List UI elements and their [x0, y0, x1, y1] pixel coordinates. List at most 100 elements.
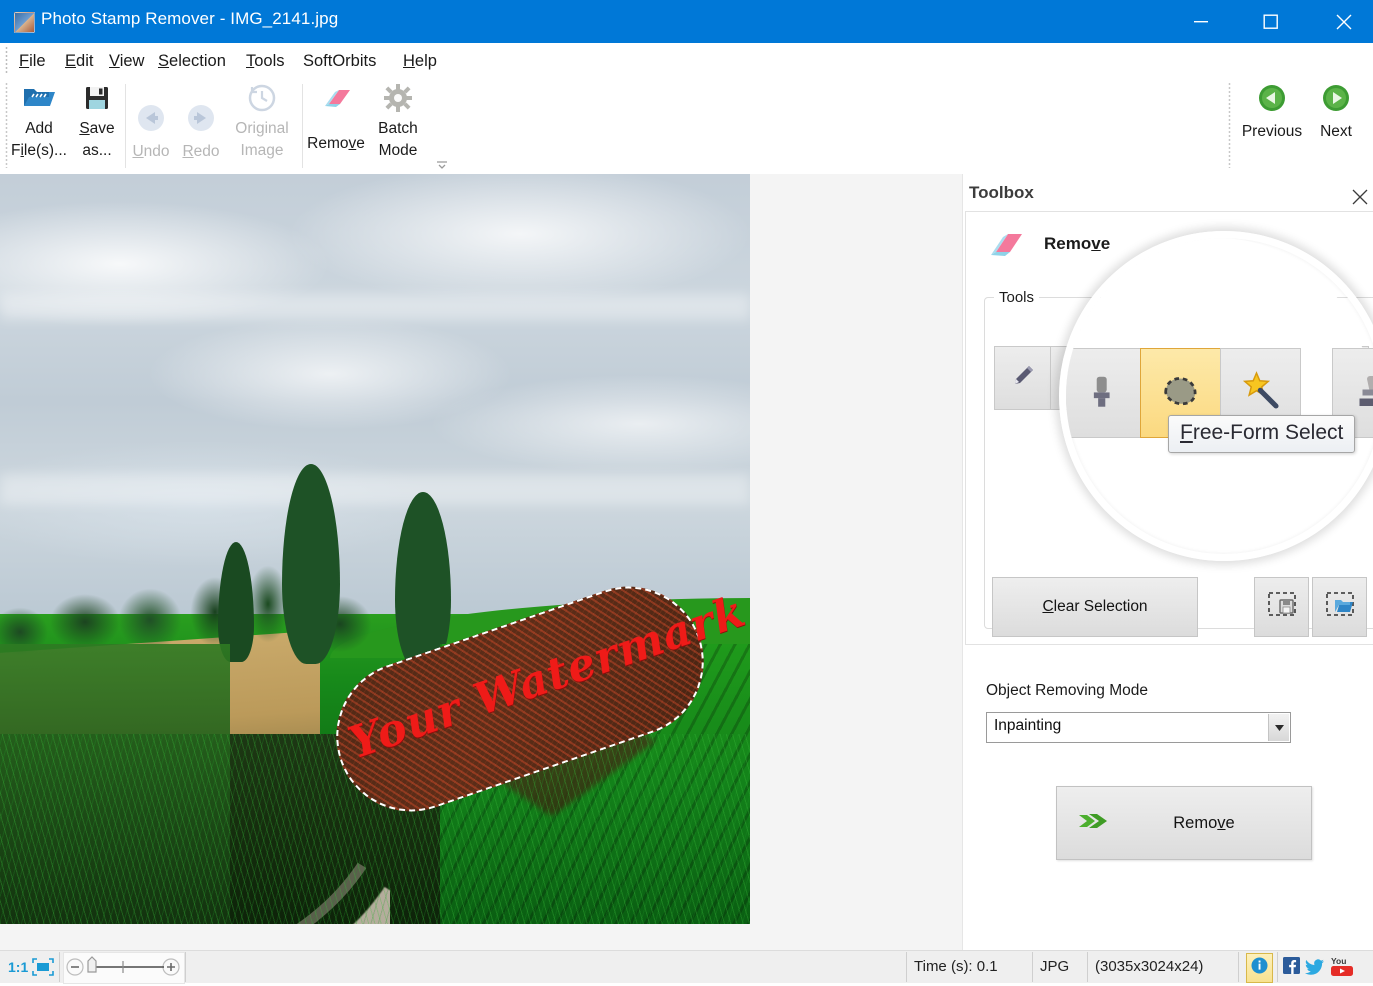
- application-window: Photo Stamp Remover - IMG_2141.jpg File …: [0, 0, 1373, 982]
- stamp-icon: [1326, 362, 1354, 395]
- floppy-disk-icon: [70, 80, 124, 116]
- svg-text:You: You: [1331, 956, 1346, 966]
- next-label: Next: [1308, 122, 1364, 141]
- status-divider-4: [1032, 952, 1033, 982]
- clear-selection-button[interactable]: Clear Selection: [992, 577, 1198, 637]
- gear-icon: [367, 80, 429, 116]
- chevron-down-icon[interactable]: [1268, 714, 1289, 741]
- object-removing-mode-label: Object Removing Mode: [986, 682, 1148, 700]
- maximize-button[interactable]: [1248, 0, 1294, 43]
- original-image-button[interactable]: Original Image: [228, 80, 296, 160]
- original-image-label-1: Original: [228, 119, 296, 138]
- processing-time: Time (s): 0.1: [914, 958, 998, 975]
- remove-toolbar-label: Remove: [305, 134, 367, 153]
- menu-drag-grip[interactable]: [5, 46, 8, 74]
- redo-label: Redo: [178, 142, 224, 161]
- toolbox-title: Toolbox: [969, 183, 1034, 203]
- image-canvas[interactable]: Your Watermark: [0, 174, 962, 950]
- menu-help[interactable]: Help: [400, 50, 440, 73]
- undo-arrow-icon: [128, 100, 174, 136]
- clock-history-icon: [228, 80, 296, 116]
- batch-mode-label-1: Batch: [367, 119, 429, 138]
- eraser-tool-button[interactable]: [1050, 346, 1108, 410]
- app-icon: [14, 12, 35, 33]
- tool-tooltip: Free-Form Select: [1168, 415, 1355, 453]
- remove-action-label: Remove: [1097, 814, 1311, 833]
- toolbar-separator-1: [125, 84, 126, 168]
- object-removing-mode-select[interactable]: Inpainting: [986, 712, 1291, 743]
- add-files-label-1: Add: [8, 119, 70, 138]
- free-form-select-tool-button[interactable]: [1106, 346, 1164, 410]
- undo-button[interactable]: Undo: [128, 100, 174, 161]
- zoom-slider[interactable]: [63, 952, 185, 984]
- menu-softorbits[interactable]: SoftOrbits: [300, 50, 379, 73]
- next-button[interactable]: Next: [1308, 80, 1364, 141]
- status-divider-7: [1277, 952, 1278, 982]
- previous-arrow-icon: [1238, 80, 1306, 116]
- zoom-ratio-label[interactable]: 1:1: [8, 959, 28, 975]
- redo-button[interactable]: Redo: [178, 100, 224, 161]
- free-form-select-icon: [1120, 363, 1150, 394]
- facebook-icon[interactable]: [1283, 957, 1300, 979]
- toolbox-close-icon[interactable]: [1351, 188, 1371, 208]
- load-selection-button[interactable]: [1312, 577, 1367, 637]
- eraser-icon: [984, 227, 1026, 268]
- magic-wand-tool-button[interactable]: [1162, 346, 1220, 410]
- menu-edit[interactable]: Edit: [62, 50, 96, 73]
- toolbox-panel: Toolbox Remove Tools: [962, 174, 1373, 950]
- marker-tool-button[interactable]: [994, 346, 1052, 410]
- next-arrow-icon: [1308, 80, 1364, 116]
- menu-tools[interactable]: Tools: [243, 50, 288, 73]
- status-divider-2: [185, 952, 186, 982]
- remove-toolbar-button[interactable]: Remove: [305, 80, 367, 153]
- file-format: JPG: [1040, 958, 1069, 975]
- image-dimensions: (3035x3024x24): [1095, 958, 1203, 975]
- photo-preview[interactable]: Your Watermark: [0, 174, 750, 924]
- batch-mode-label-2: Mode: [367, 141, 429, 160]
- twitter-icon[interactable]: [1305, 959, 1324, 980]
- status-divider-6: [1238, 952, 1239, 982]
- add-files-label-2: File(s)...: [8, 141, 70, 160]
- window-title: Photo Stamp Remover - IMG_2141.jpg: [41, 9, 338, 29]
- save-as-label-2: as...: [70, 141, 124, 160]
- status-divider-5: [1087, 952, 1088, 982]
- toolbar-separator-2: [302, 84, 303, 168]
- toolbar-overflow-button[interactable]: [435, 158, 449, 170]
- fit-to-screen-icon[interactable]: [32, 958, 54, 976]
- save-selection-button[interactable]: [1254, 577, 1309, 637]
- stamp-tool-button[interactable]: [1311, 346, 1369, 410]
- original-image-label-2: Image: [228, 141, 296, 160]
- pencil-icon: [1009, 362, 1037, 395]
- cloud-band-1: [0, 294, 750, 320]
- title-bar: Photo Stamp Remover - IMG_2141.jpg: [0, 0, 1373, 43]
- info-icon: [1251, 957, 1268, 979]
- save-as-label-1: Save: [70, 119, 124, 138]
- clear-selection-label: Clear Selection: [1042, 598, 1147, 616]
- eraser-icon: [305, 80, 367, 116]
- redo-arrow-icon: [178, 100, 224, 136]
- youtube-icon[interactable]: You: [1330, 955, 1354, 982]
- info-button[interactable]: [1246, 953, 1273, 983]
- add-files-button[interactable]: Add File(s)...: [8, 80, 70, 160]
- save-as-button[interactable]: Save as...: [70, 80, 124, 160]
- status-divider-3: [906, 952, 907, 982]
- batch-mode-button[interactable]: Batch Mode: [367, 80, 429, 160]
- save-selection-icon: [1268, 592, 1296, 623]
- cloud-band-2: [0, 474, 750, 504]
- remove-action-button[interactable]: Remove: [1056, 786, 1312, 860]
- magic-wand-icon: [1177, 362, 1205, 395]
- close-button[interactable]: [1320, 0, 1368, 43]
- previous-button[interactable]: Previous: [1238, 80, 1306, 141]
- menu-selection[interactable]: Selection: [155, 50, 229, 73]
- menu-view[interactable]: View: [106, 50, 147, 73]
- nav-drag-grip[interactable]: [1228, 82, 1231, 168]
- selection-region[interactable]: Your Watermark: [330, 604, 730, 824]
- tools-group-label: Tools: [994, 289, 1039, 306]
- load-selection-icon: [1326, 592, 1354, 623]
- eraser-tool-icon: [1065, 362, 1093, 395]
- status-divider-1: [59, 952, 60, 982]
- menu-file[interactable]: File: [16, 50, 49, 73]
- undo-label: Undo: [128, 142, 174, 161]
- minimize-button[interactable]: [1178, 0, 1224, 43]
- previous-label: Previous: [1238, 122, 1306, 141]
